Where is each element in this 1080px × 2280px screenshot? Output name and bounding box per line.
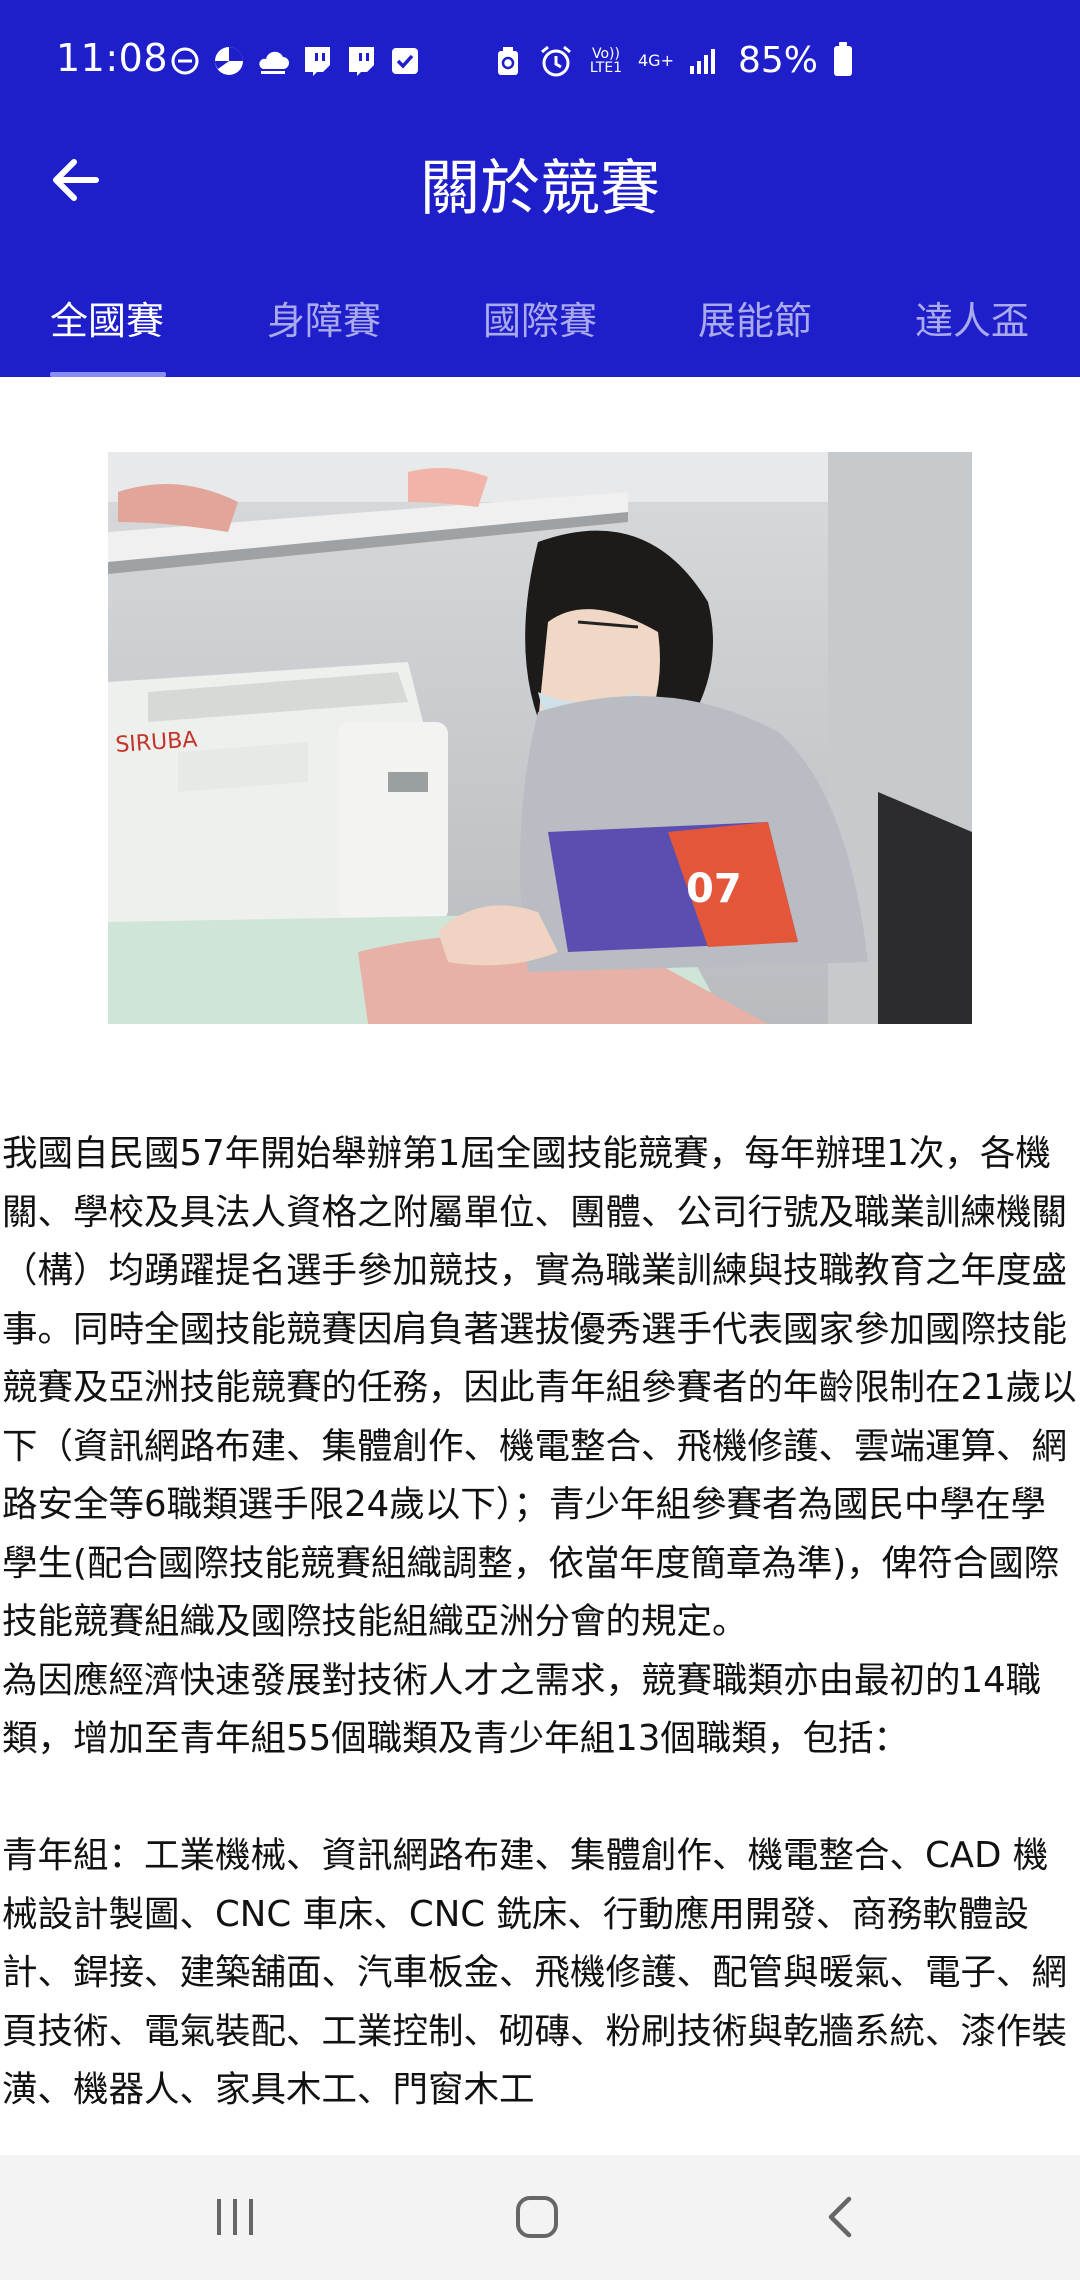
recent-apps-icon <box>217 2199 253 2235</box>
bib-number: 07 <box>686 866 742 912</box>
competition-photo: SIRUBA 07 <box>108 452 972 1024</box>
paragraph: 青年組：工業機械、資訊網路布建、集體創作、機電整合、CAD 機械設計製圖、CNC… <box>2 1835 1068 2110</box>
home-button[interactable] <box>497 2185 577 2249</box>
alarm-icon <box>538 44 574 78</box>
paragraph: 為因應經濟快速發展對技術人才之需求，競賽職類亦由最初的14職類，增加至青年組55… <box>2 1659 1042 1760</box>
battery-percent: 85% <box>738 40 819 81</box>
page-title: 關於競賽 <box>420 154 660 224</box>
minus-circle-icon <box>168 44 202 78</box>
paragraph: 我國自民國57年開始舉辦第1屆全國技能競賽，每年辦理1次，各機關、學校及具法人資… <box>2 1133 1077 1642</box>
tab-indicator <box>50 372 166 377</box>
notification-icons <box>168 44 422 78</box>
home-icon <box>516 2196 558 2238</box>
back-icon <box>828 2196 852 2238</box>
tab-exhibition[interactable]: 展能節 <box>660 290 850 370</box>
status-time: 11:08 <box>56 36 169 80</box>
pie-icon <box>212 44 246 78</box>
app-bar: 11:08 Vo)) LTE1 4G+ 85% 關於競賽 全國賽 身障賽 國際賽… <box>0 0 1080 377</box>
article-body: 我國自民國57年開始舉辦第1屆全國技能競賽，每年辦理1次，各機關、學校及具法人資… <box>0 1125 1080 2155</box>
tab-international[interactable]: 國際賽 <box>445 290 635 370</box>
twitch-icon <box>300 44 334 78</box>
twitch-icon <box>344 44 378 78</box>
recent-apps-button[interactable] <box>195 2185 275 2249</box>
system-nav-bar <box>0 2155 1080 2280</box>
recycle-icon <box>490 44 526 78</box>
battery-icon <box>834 41 853 76</box>
system-icons: Vo)) LTE1 4G+ 85% <box>490 40 853 81</box>
signal-icon <box>686 44 722 78</box>
status-bar: 11:08 Vo)) LTE1 4G+ 85% <box>0 0 1080 128</box>
tab-disability[interactable]: 身障賽 <box>229 290 419 370</box>
back-nav-button[interactable] <box>800 2185 880 2249</box>
volte-icon: Vo)) LTE1 <box>589 45 623 76</box>
tab-bar: 全國賽 身障賽 國際賽 展能節 達人盃 <box>0 280 1080 377</box>
tab-national[interactable]: 全國賽 <box>12 290 202 370</box>
4g-icon: 4G+ <box>638 51 674 70</box>
check-box-icon <box>388 44 422 78</box>
tab-master-cup[interactable]: 達人盃 <box>877 290 1067 370</box>
cloud-icon <box>256 44 290 78</box>
